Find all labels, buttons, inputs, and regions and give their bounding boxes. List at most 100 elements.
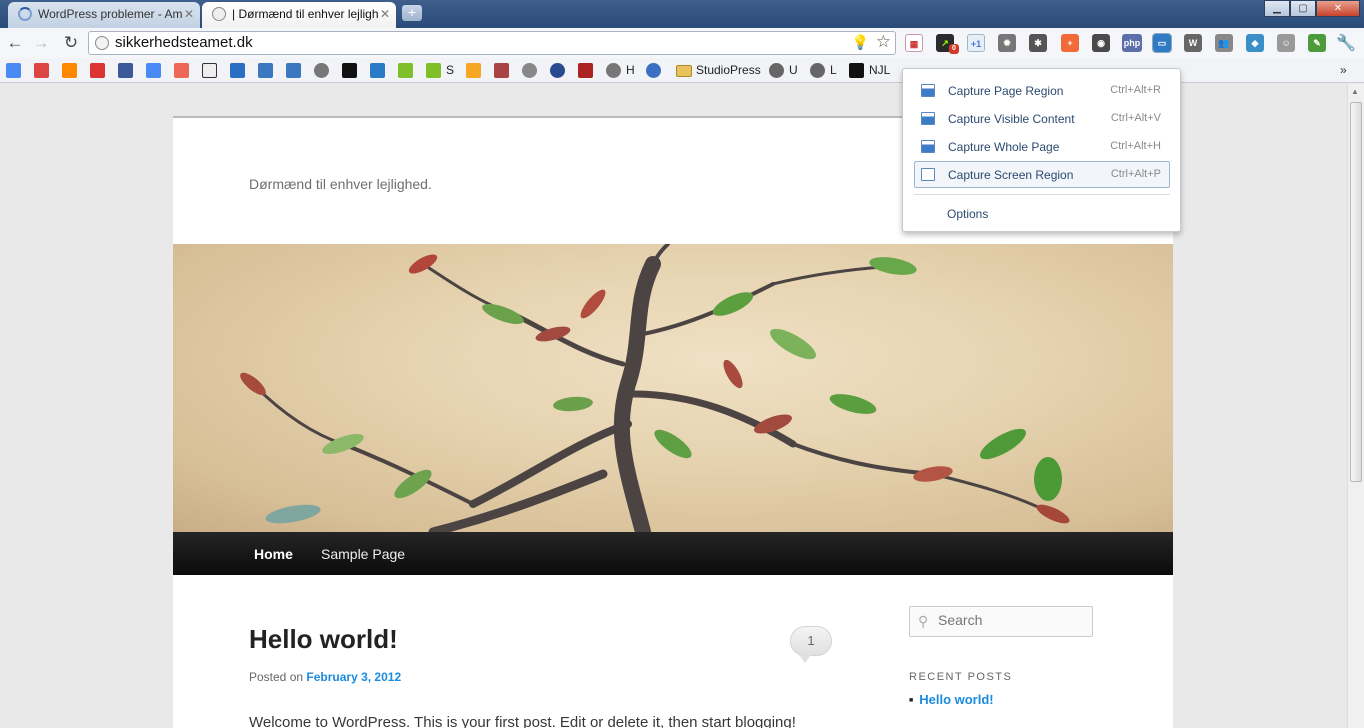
close-icon[interactable]: ✕ — [184, 2, 194, 26]
bookmark-label-s[interactable]: S — [446, 63, 454, 77]
address-bar[interactable]: sikkerhedsteamet.dk 💡 ☆ — [88, 31, 896, 55]
extension-grid-icon[interactable]: ▦ — [905, 34, 923, 52]
bookmark-label-njl[interactable]: NJL — [869, 63, 890, 77]
w3-bookmark-icon-2[interactable] — [286, 63, 301, 78]
options-link[interactable]: Options — [947, 207, 988, 221]
maximize-button[interactable]: ▢ — [1290, 0, 1316, 17]
bookmark-folder-studiopress[interactable]: StudioPress — [696, 63, 761, 77]
one-bookmark-icon[interactable] — [398, 63, 413, 78]
g-black-bookmark-icon[interactable] — [849, 63, 864, 78]
a-bookmark-icon[interactable] — [230, 63, 245, 78]
menu-item-label: Capture Screen Region — [948, 168, 1074, 182]
recent-post-link[interactable]: Hello world! — [909, 692, 993, 707]
back-button[interactable]: ← — [4, 32, 26, 54]
menu-item-label: Capture Whole Page — [948, 140, 1060, 154]
capture-menu-popup: Capture Page Region Ctrl+Alt+R Capture V… — [902, 68, 1181, 232]
tab-dormaend[interactable]: | Dørmænd til enhver lejligh ✕ — [202, 2, 396, 28]
blue-bookmark-icon[interactable] — [550, 63, 565, 78]
rss-bookmark-icon[interactable] — [62, 63, 77, 78]
w3-bookmark-icon[interactable] — [258, 63, 273, 78]
bookmark-star-icon[interactable]: ☆ — [876, 32, 891, 52]
globe-bookmark-icon[interactable] — [606, 63, 621, 78]
tab-strip: WordPress problemer - Am ✕ | Dørmænd til… — [0, 0, 1364, 28]
search-icon: ⚲ — [918, 613, 929, 629]
close-window-button[interactable]: ✕ — [1316, 0, 1360, 17]
screen-capture-icon[interactable]: ▭ — [1152, 33, 1172, 53]
gray-bookmark-icon[interactable] — [522, 63, 537, 78]
site-tagline: Dørmænd til enhver lejlighed. — [249, 176, 432, 192]
bookmark-label-l[interactable]: L — [830, 63, 837, 77]
close-icon[interactable]: ✕ — [380, 2, 390, 26]
facebook-bookmark-icon[interactable] — [118, 63, 133, 78]
menu-item-label: Capture Page Region — [948, 84, 1064, 98]
post-excerpt: Welcome to WordPress. This is your first… — [249, 714, 796, 728]
browser-toolbar: ← → ↻ sikkerhedsteamet.dk 💡 ☆ ▦ ↗ 0 +1 ✹… — [0, 28, 1364, 58]
blue-globe-bookmark-icon[interactable] — [646, 63, 661, 78]
mask-icon[interactable]: ☺ — [1277, 34, 1295, 52]
capture-region-icon — [921, 84, 935, 97]
g-bookmark-icon[interactable] — [202, 63, 217, 78]
menu-item-capture-screen-region[interactable]: Capture Screen Region Ctrl+Alt+P — [914, 161, 1170, 188]
orange-bookmark-icon[interactable] — [466, 63, 481, 78]
search-input[interactable] — [938, 612, 1088, 628]
vertical-scrollbar[interactable]: ▲ — [1347, 84, 1364, 728]
google-bookmark-icon[interactable] — [6, 63, 21, 78]
google-plus-bookmark-icon[interactable] — [90, 63, 105, 78]
plus-extension-icon[interactable]: + — [1061, 34, 1079, 52]
wordpress-bookmark-icon[interactable] — [314, 63, 329, 78]
new-tab-button[interactable]: + — [402, 5, 422, 21]
address-url: sikkerhedsteamet.dk — [115, 34, 253, 51]
post-date-link[interactable]: February 3, 2012 — [306, 670, 401, 684]
link-bookmark-icon[interactable] — [494, 63, 509, 78]
main-navigation: Home Sample Page — [173, 532, 1173, 575]
gmail-bookmark-icon[interactable] — [34, 63, 49, 78]
red-bookmark-icon[interactable] — [578, 63, 593, 78]
users-icon[interactable]: 👥 — [1215, 34, 1233, 52]
forward-button[interactable]: → — [30, 32, 52, 54]
diamond-icon[interactable]: ◆ — [1246, 34, 1264, 52]
globe-icon — [212, 7, 226, 21]
window-controls: ▁ ▢ ✕ — [1264, 0, 1360, 17]
menu-item-capture-page-region[interactable]: Capture Page Region Ctrl+Alt+R — [914, 77, 1170, 104]
menu-item-shortcut: Ctrl+Alt+P — [1110, 168, 1161, 180]
nav-item-sample-page[interactable]: Sample Page — [321, 546, 405, 562]
php-icon[interactable]: php — [1122, 34, 1142, 52]
capture-visible-icon — [921, 112, 935, 125]
bookmark-label-h[interactable]: H — [626, 63, 635, 77]
menu-item-capture-whole-page[interactable]: Capture Whole Page Ctrl+Alt+H — [914, 133, 1170, 160]
tab-wordpress-problemer[interactable]: WordPress problemer - Am ✕ — [8, 2, 200, 28]
comment-count-bubble[interactable]: 1 — [790, 626, 832, 663]
lightbulb-icon[interactable]: 💡 — [852, 34, 869, 51]
analytics-bookmark-icon[interactable] — [174, 63, 189, 78]
badge-count: 0 — [949, 44, 959, 54]
nav-item-home[interactable]: Home — [254, 546, 293, 562]
wordpress-bookmark-icon-4[interactable] — [810, 63, 825, 78]
black-bookmark-icon[interactable] — [342, 63, 357, 78]
menu-item-label: Capture Visible Content — [948, 112, 1075, 126]
wordpress-icon[interactable]: W — [1184, 34, 1202, 52]
folder-icon — [676, 65, 692, 77]
chevron-right-icon[interactable]: » — [1340, 63, 1352, 78]
minimize-button[interactable]: ▁ — [1264, 0, 1290, 17]
wordpress-bookmark-icon-3[interactable] — [769, 63, 784, 78]
google-plus-one-icon[interactable]: +1 — [967, 34, 985, 52]
x-bookmark-icon[interactable] — [370, 63, 385, 78]
camera-icon[interactable]: ◉ — [1092, 34, 1110, 52]
reload-button[interactable]: ↻ — [60, 32, 82, 54]
scroll-up-arrow-icon[interactable]: ▲ — [1351, 87, 1359, 96]
bug-icon[interactable]: ✱ — [1029, 34, 1047, 52]
recent-posts-list: Hello world! — [909, 692, 993, 707]
post-title[interactable]: Hello world! — [249, 624, 398, 655]
posted-on-label: Posted on — [249, 670, 304, 684]
menu-item-shortcut: Ctrl+Alt+V — [1110, 112, 1161, 124]
scrollbar-thumb[interactable] — [1350, 102, 1362, 482]
wrench-icon[interactable]: 🔧 — [1336, 33, 1356, 53]
gear-extension-icon[interactable]: ✹ — [998, 34, 1016, 52]
bookmark-label-u[interactable]: U — [789, 63, 798, 77]
one-bookmark-icon-2[interactable] — [426, 63, 441, 78]
search-box[interactable]: ⚲ — [909, 606, 1093, 637]
capture-screen-region-icon — [921, 168, 935, 181]
google-bookmark-icon-2[interactable] — [146, 63, 161, 78]
menu-item-capture-visible-content[interactable]: Capture Visible Content Ctrl+Alt+V — [914, 105, 1170, 132]
evernote-icon[interactable]: ✎ — [1308, 34, 1326, 52]
